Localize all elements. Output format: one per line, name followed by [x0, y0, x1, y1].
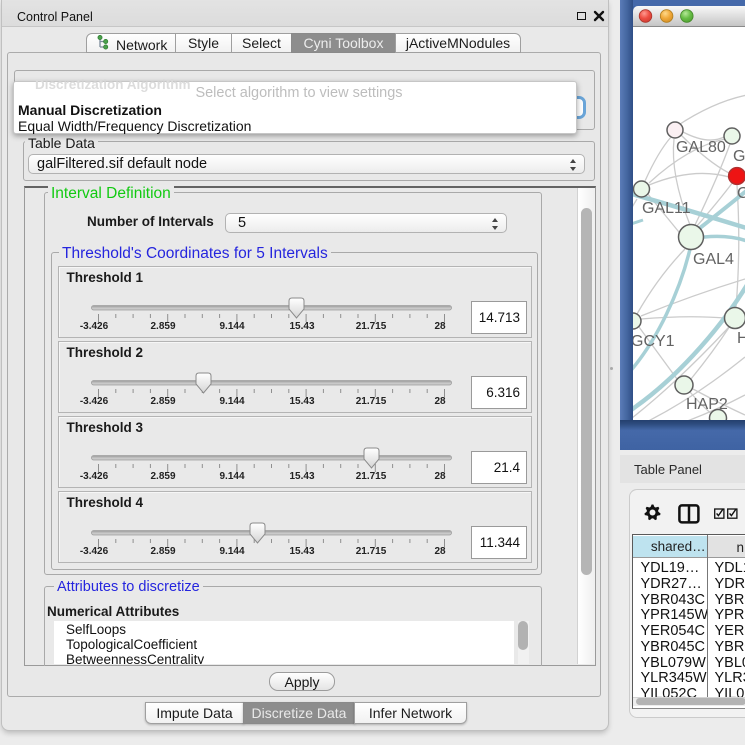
- svg-text:G.: G.: [733, 148, 745, 165]
- svg-text:GAL80: GAL80: [676, 139, 726, 156]
- svg-text:GAL4: GAL4: [693, 251, 734, 268]
- svg-text:GAL11: GAL11: [642, 200, 691, 217]
- svg-text:HAP2: HAP2: [686, 396, 728, 413]
- svg-text:C: C: [737, 185, 745, 202]
- svg-text:GCY1: GCY1: [633, 333, 675, 350]
- svg-text:H: H: [737, 330, 745, 347]
